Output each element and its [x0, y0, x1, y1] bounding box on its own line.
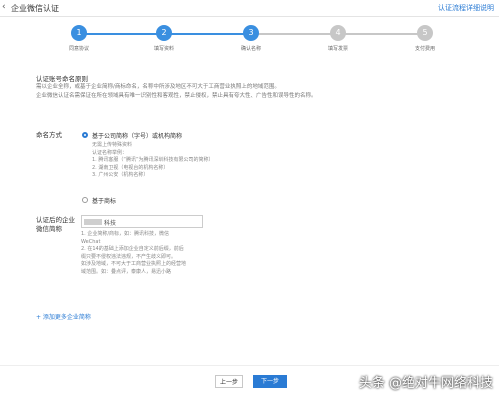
hint-line: WeChat: [81, 238, 101, 245]
short-name-input[interactable]: 科技: [81, 215, 203, 228]
previous-step-button[interactable]: 上一步: [215, 375, 243, 388]
option-short-name-hint: 无需上传特殊资料 认证名称举例： 1. 腾讯客服（“腾讯”为腾讯深圳科技有限公司…: [92, 142, 214, 180]
watermark: 头条 @绝对牛网络科技: [358, 376, 493, 391]
short-name-label: 认证后的企业 微信简称: [36, 216, 75, 234]
option-trademark-label[interactable]: 基于商标: [92, 196, 116, 205]
page-title: 企业微信认证: [11, 4, 59, 13]
step-3-circle: 3: [243, 25, 259, 41]
short-name-hint: 1. 企业简称/商标，如：腾讯科技，微信 WeChat 2. 在14的基础上添加…: [81, 231, 186, 276]
hint-line: 认证名称举例：: [92, 149, 128, 156]
hint-line: 2. 在14的基础上添加企业自定义前后缀，前后: [81, 246, 184, 252]
step-connector: [164, 33, 251, 35]
step-3-label: 确认名称: [240, 46, 261, 52]
hint-line: 1. 腾讯客服（“腾讯”为腾讯深圳科技有限公司的简称）: [92, 157, 214, 163]
hint-line: 1. 企业简称/商标，如：腾讯科技，微信: [81, 231, 170, 237]
hint-line: 域范围。如：叠点评，泰康人，易迅小路: [81, 268, 172, 275]
step-2-circle: 2: [156, 25, 172, 41]
add-more-short-name-link[interactable]: + 添加更多企业简称: [36, 312, 91, 321]
hint-line: 缀只要不侵权违法违规，不产生歧义即可。: [81, 253, 177, 260]
redacted-text: [84, 219, 102, 225]
step-1-label: 同意协议: [68, 46, 89, 52]
step-connector: [251, 33, 338, 35]
step-5-label: 支付费用: [414, 46, 435, 52]
step-4-circle: 4: [330, 25, 346, 41]
naming-rules-title: 认证账号命名原则: [36, 75, 88, 83]
progress-stepper: 1 2 3 4 5 同意协议 填写资料 确认名称 填写发票 支付费用: [0, 24, 499, 60]
radio-short-name[interactable]: [82, 132, 88, 138]
step-connector: [338, 33, 425, 35]
radio-trademark[interactable]: [82, 197, 88, 203]
back-arrow-icon[interactable]: ‹: [2, 2, 6, 12]
step-connector: [79, 33, 164, 35]
certification-help-link[interactable]: 认证流程详细说明: [438, 3, 494, 13]
next-step-button[interactable]: 下一步: [253, 375, 287, 388]
short-name-label-line-2: 微信简称: [36, 225, 62, 233]
footer-divider: [0, 365, 499, 366]
naming-method-label: 命名方式: [36, 131, 62, 139]
step-2-label: 填写资料: [153, 46, 174, 52]
hint-line: 2. 湖南卫视（电视台的机构名称）: [92, 164, 169, 171]
hint-line: 无需上传特殊资料: [92, 142, 133, 148]
option-short-name-label[interactable]: 基于公司简称（字号）或机构简称: [92, 131, 182, 140]
step-1-circle: 1: [71, 25, 87, 41]
hint-line: 3. 广州公安（机构名称）: [92, 172, 149, 178]
naming-rules-line-1: 需以企业全称，或基于企业简称/商标命名，名称中所涉及地区不可大于工商营业执照上的…: [36, 84, 280, 90]
short-name-value: 科技: [104, 220, 117, 227]
hint-line: 如涉及地域，不可大于工商营业执照上的经营地: [81, 261, 187, 267]
naming-rules-line-2: 企业微信认证名需保证在所在领域具有唯一识别性和客观性，禁止侵权，禁止具有夸大性、…: [36, 93, 317, 99]
top-bar: ‹ 企业微信认证 认证流程详细说明: [0, 0, 499, 17]
short-name-label-line-1: 认证后的企业: [36, 216, 75, 224]
step-4-label: 填写发票: [327, 46, 348, 52]
step-5-circle: 5: [417, 25, 433, 41]
